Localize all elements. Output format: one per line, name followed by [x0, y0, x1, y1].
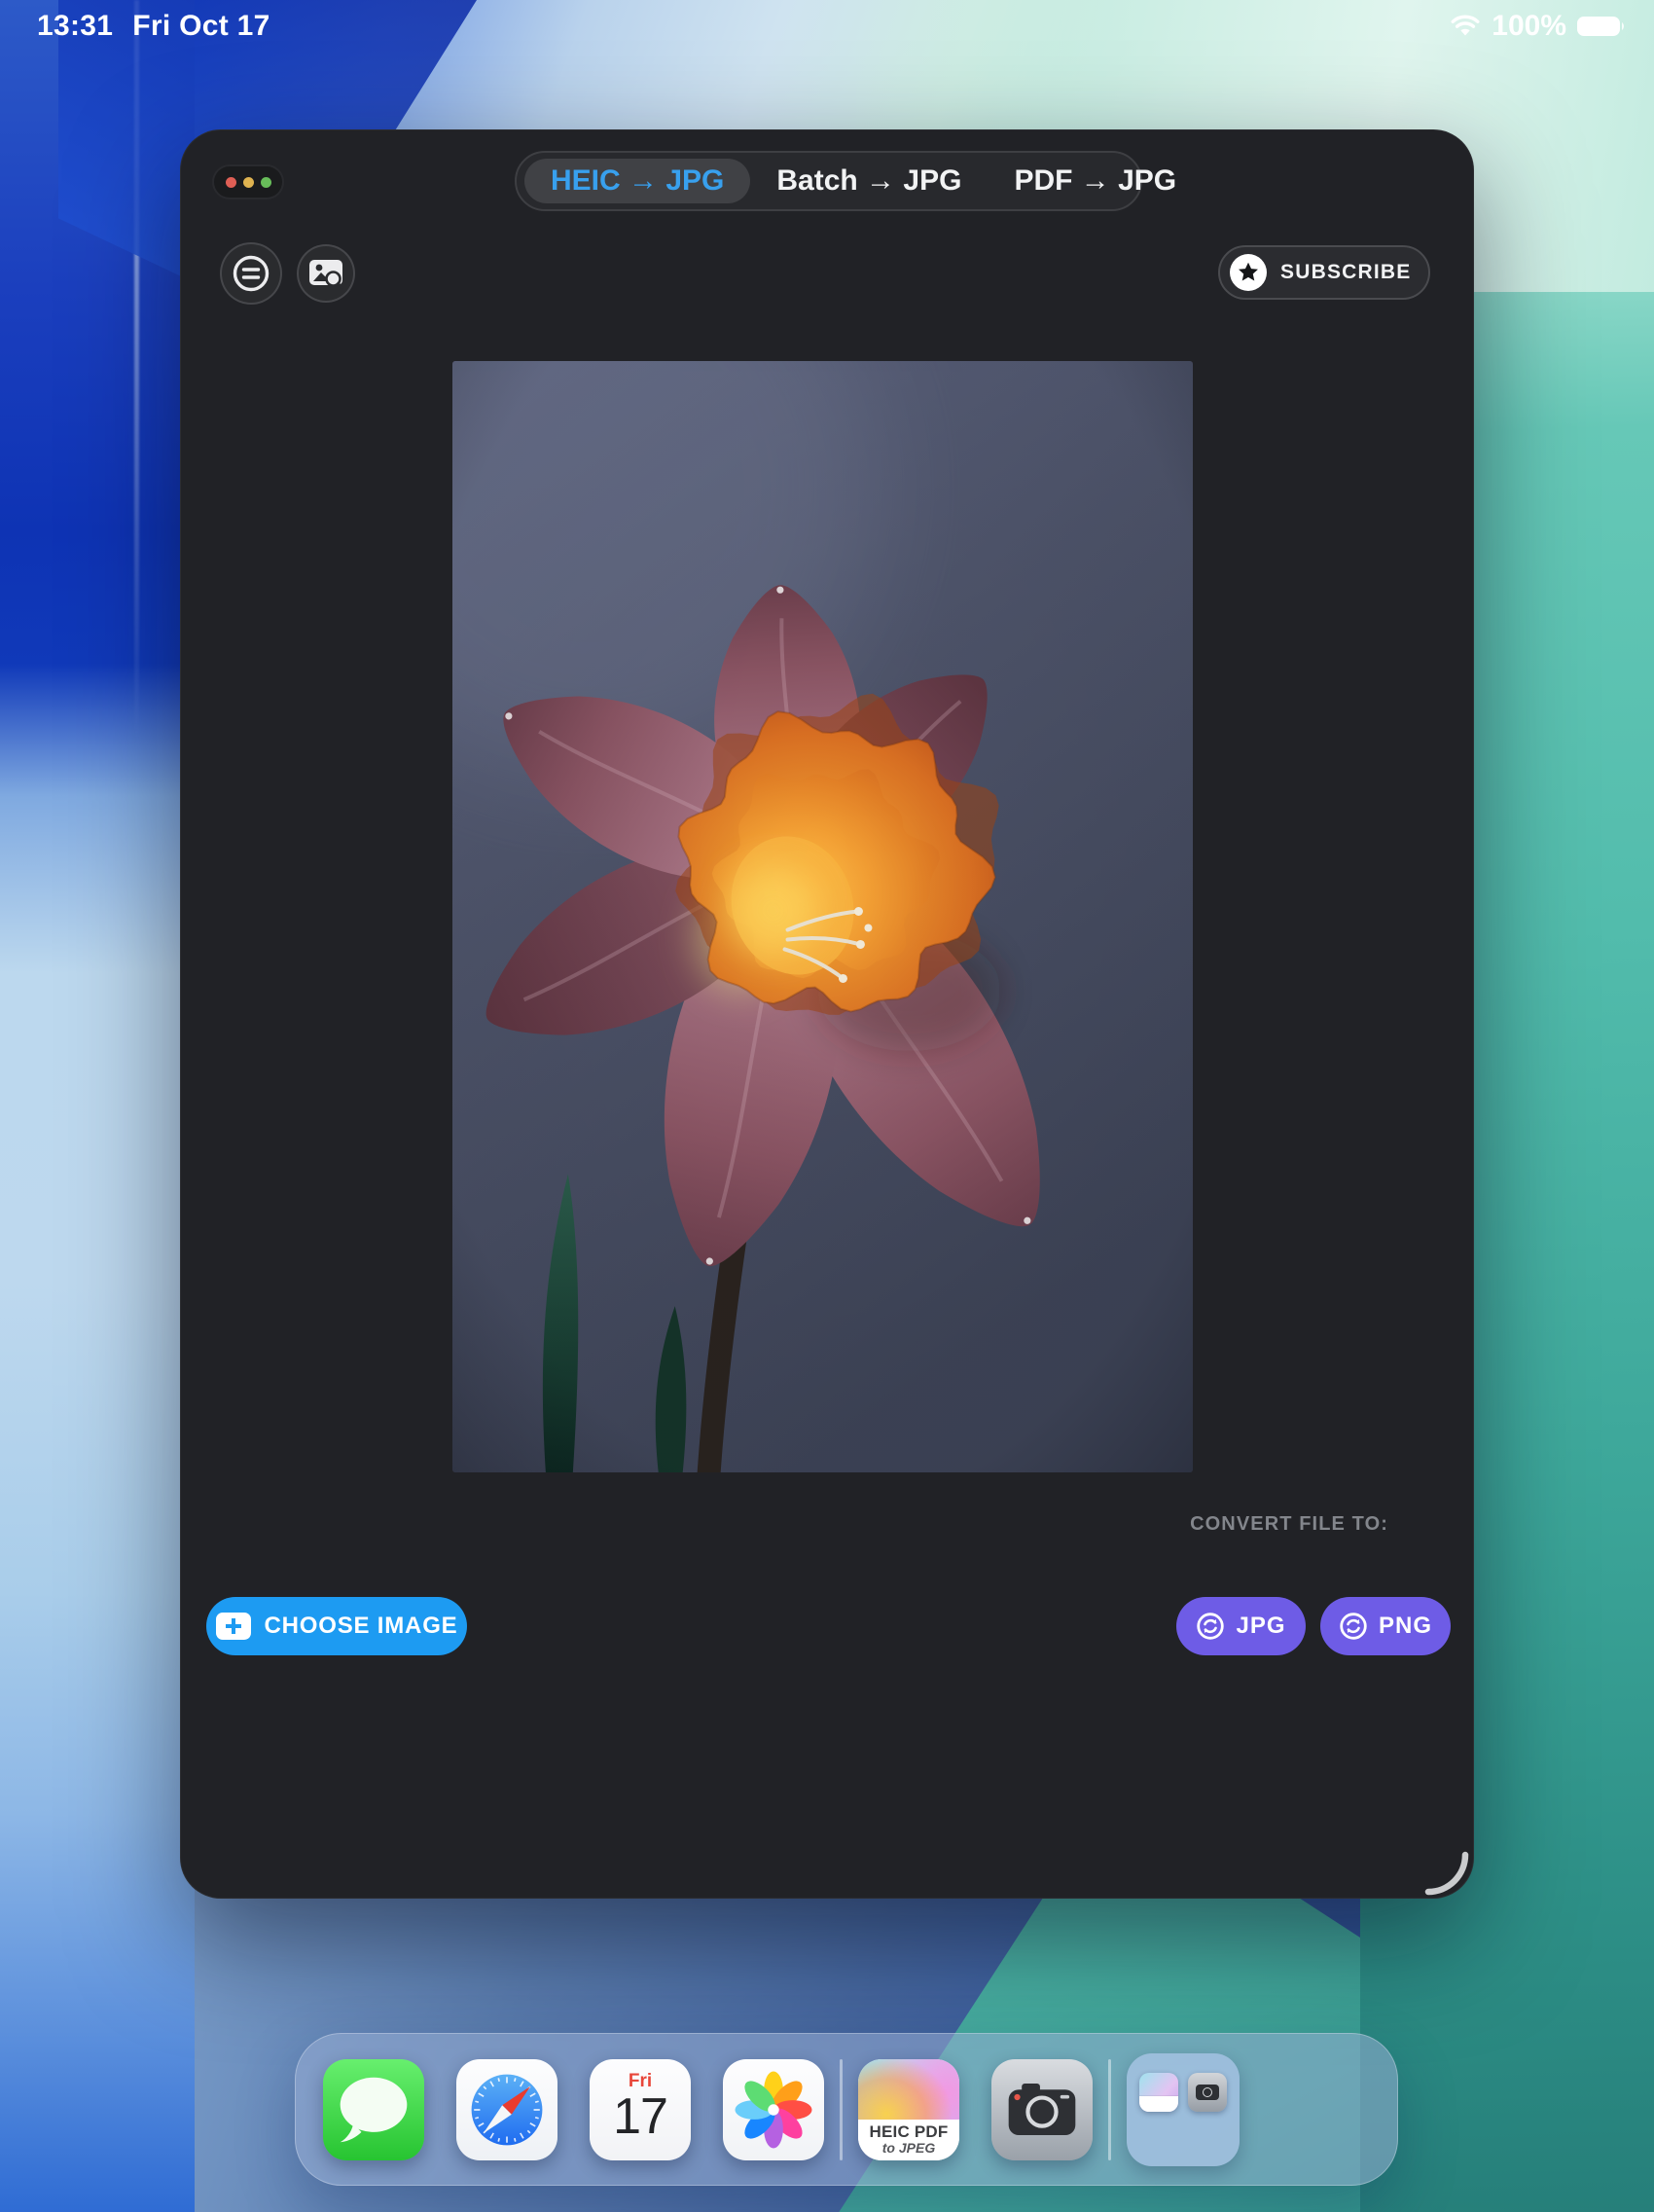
camera-icon [1008, 2083, 1076, 2135]
status-time: 13:31 [37, 10, 114, 42]
zoom-window-dot[interactable] [260, 176, 271, 188]
menu-circle-icon [233, 255, 270, 292]
heic-icon-gradient [858, 2058, 959, 2121]
dock-app-heic-pdf-to-jpeg[interactable]: HEIC PDF to JPEG [858, 2058, 959, 2160]
plus-icon [215, 1613, 251, 1640]
minimize-window-dot[interactable] [242, 176, 254, 188]
convert-cycle-icon [1197, 1613, 1225, 1640]
photo-browser-icon [309, 260, 343, 289]
wallpaper-left-band [0, 0, 195, 2212]
photo-browser-button[interactable] [299, 246, 353, 301]
dock-app-calendar[interactable]: Fri 17 [590, 2058, 691, 2160]
battery-icon [1577, 17, 1624, 36]
png-label: PNG [1378, 1613, 1432, 1639]
convert-to-jpg-button[interactable]: JPG [1176, 1597, 1306, 1655]
convert-cycle-icon [1340, 1613, 1367, 1640]
dock-app-messages[interactable] [323, 2058, 424, 2160]
ipad-screen: 13:31 Fri Oct 17 100% HEIC → JPG Batch → [0, 0, 1654, 2212]
daffodil-photo [452, 361, 1193, 1472]
status-date: Fri Oct 17 [132, 10, 270, 42]
convert-to-png-button[interactable]: PNG [1320, 1597, 1451, 1655]
recent-mini-heic-icon[interactable] [1139, 2072, 1178, 2112]
tab-heic-to-jpg[interactable]: HEIC → JPG [524, 159, 751, 203]
tab-batch-to-jpg[interactable]: Batch → JPG [750, 159, 988, 203]
subscribe-label: SUBSCRIBE [1280, 261, 1412, 283]
wifi-icon [1451, 15, 1480, 36]
converter-app-window: HEIC → JPG Batch → JPG PDF → JPG SUBSCRI… [180, 129, 1474, 1899]
mode-tab-bar: HEIC → JPG Batch → JPG PDF → JPG [515, 151, 1176, 211]
close-window-dot[interactable] [225, 176, 236, 188]
status-bar: 13:31 Fri Oct 17 100% [0, 0, 1654, 54]
dock-app-photos[interactable] [723, 2058, 824, 2160]
window-controls[interactable] [214, 166, 282, 198]
safari-compass-icon [471, 2074, 543, 2145]
dock-separator [840, 2058, 843, 2160]
heic-icon-line1: HEIC PDF [869, 2122, 949, 2142]
tab-pdf-to-jpg[interactable]: PDF → JPG [988, 159, 1203, 203]
calendar-weekday: Fri [628, 2070, 653, 2091]
photos-flower-icon [735, 2070, 812, 2149]
jpg-label: JPG [1236, 1613, 1286, 1639]
convert-file-to-label: CONVERT FILE TO: [1190, 1513, 1388, 1535]
subscribe-button[interactable]: SUBSCRIBE [1218, 245, 1430, 300]
calendar-day: 17 [613, 2087, 668, 2145]
dock-recent-apps[interactable] [1127, 2052, 1240, 2166]
dock-separator [1108, 2058, 1111, 2160]
status-right: 100% [1449, 10, 1627, 43]
heic-icon-line2: to JPEG [881, 2140, 936, 2157]
battery-percent: 100% [1492, 10, 1566, 42]
messages-bubble-icon [340, 2077, 408, 2142]
image-preview [452, 361, 1193, 1472]
star-icon [1230, 254, 1267, 291]
menu-button[interactable] [222, 244, 280, 303]
dock: Fri 17 HEIC PDF to JPEG [295, 2033, 1398, 2186]
choose-image-button[interactable]: CHOOSE IMAGE [206, 1597, 467, 1655]
dock-app-safari[interactable] [456, 2058, 557, 2160]
status-left: 13:31 Fri Oct 17 [37, 10, 270, 43]
choose-image-label: CHOOSE IMAGE [264, 1613, 458, 1639]
dock-app-camera[interactable] [991, 2058, 1093, 2160]
recent-mini-camera-icon[interactable] [1188, 2072, 1227, 2112]
heic-icon-text: HEIC PDF to JPEG [858, 2119, 959, 2160]
